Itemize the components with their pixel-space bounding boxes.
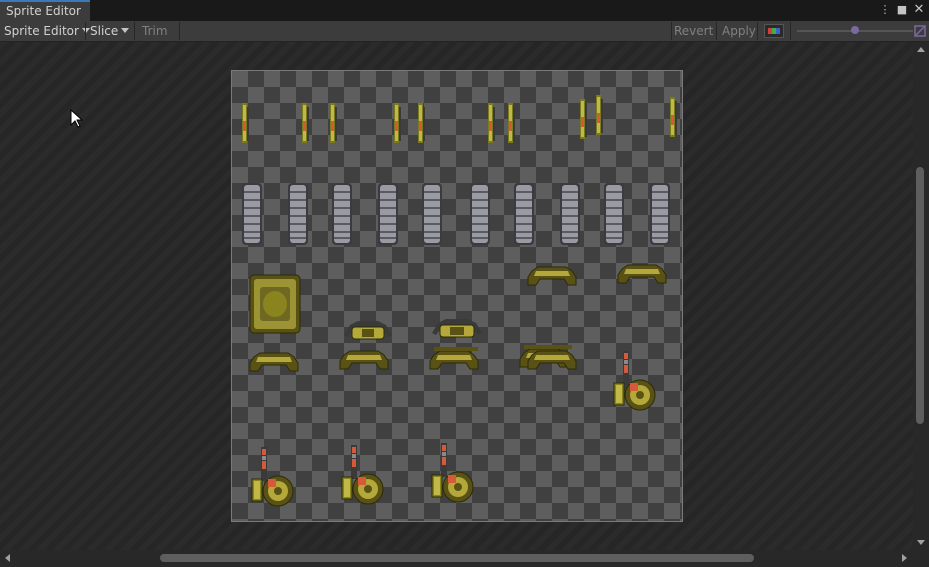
trim-button[interactable]: Trim bbox=[138, 21, 172, 41]
kebab-menu-icon[interactable]: ⋮ bbox=[877, 2, 893, 18]
revert-button[interactable]: Revert bbox=[670, 21, 717, 41]
sprite-sheet-canvas[interactable] bbox=[231, 70, 683, 522]
toolbar-divider bbox=[790, 22, 791, 40]
scroll-up-icon[interactable] bbox=[917, 47, 925, 52]
toolbar: Sprite Editor Slice Trim Revert Apply bbox=[0, 21, 929, 42]
zoom-slider-handle[interactable] bbox=[851, 26, 859, 34]
tab-sprite-editor[interactable]: Sprite Editor bbox=[0, 0, 90, 21]
apply-button[interactable]: Apply bbox=[718, 21, 760, 41]
vertical-scroll-thumb[interactable] bbox=[916, 167, 924, 424]
close-icon[interactable]: ✕ bbox=[911, 2, 927, 18]
tab-label: Sprite Editor bbox=[6, 4, 81, 18]
mode-dropdown-label: Sprite Editor bbox=[4, 24, 79, 38]
window-tab-bar: Sprite Editor ⋮ ■ ✕ bbox=[0, 0, 929, 22]
chevron-down-icon bbox=[121, 28, 130, 33]
rgb-channel-icon[interactable] bbox=[764, 24, 784, 38]
sprite-viewport[interactable] bbox=[0, 42, 913, 550]
slice-dropdown-label: Slice bbox=[90, 24, 119, 38]
scroll-down-icon[interactable] bbox=[917, 540, 925, 545]
toolbar-divider bbox=[134, 22, 135, 40]
sprite-sheet-image bbox=[242, 95, 677, 507]
horizontal-scrollbar[interactable] bbox=[0, 550, 929, 567]
mode-dropdown[interactable]: Sprite Editor bbox=[0, 21, 94, 41]
horizontal-scroll-thumb[interactable] bbox=[160, 554, 754, 562]
vertical-scrollbar[interactable] bbox=[913, 42, 929, 550]
scroll-left-icon[interactable] bbox=[5, 554, 10, 562]
toolbar-divider bbox=[179, 22, 180, 40]
scroll-right-icon[interactable] bbox=[902, 554, 907, 562]
toolbar-divider bbox=[716, 22, 717, 40]
maximize-icon[interactable]: ■ bbox=[894, 2, 910, 18]
slice-dropdown[interactable]: Slice bbox=[86, 21, 133, 41]
mouse-cursor-icon bbox=[70, 108, 84, 132]
toolbar-divider bbox=[757, 22, 758, 40]
zoom-icon[interactable] bbox=[914, 25, 926, 40]
